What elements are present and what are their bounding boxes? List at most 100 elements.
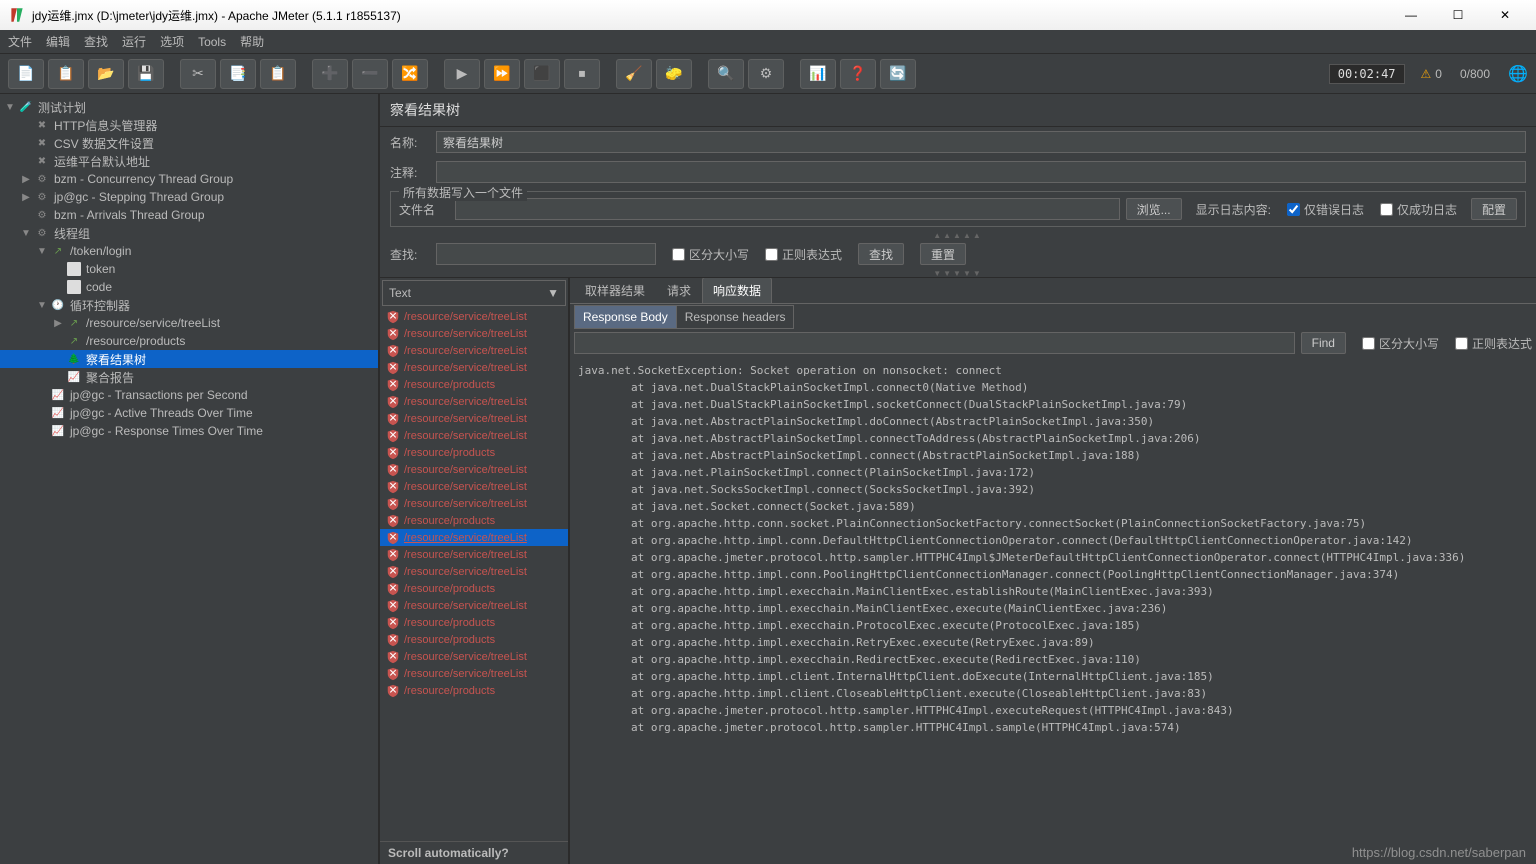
- renderer-dropdown[interactable]: Text ▼: [382, 280, 566, 306]
- open-button[interactable]: 📂: [88, 59, 124, 89]
- menu-Tools[interactable]: Tools: [198, 35, 226, 49]
- result-item[interactable]: ✕/resource/service/treeList: [380, 325, 568, 342]
- tree-item[interactable]: 📈jp@gc - Active Threads Over Time: [0, 404, 378, 422]
- success-only-checkbox[interactable]: [1380, 203, 1393, 216]
- clear-button[interactable]: 🧹: [616, 59, 652, 89]
- tree-item[interactable]: 📈jp@gc - Response Times Over Time: [0, 422, 378, 440]
- result-item[interactable]: ✕/resource/service/treeList: [380, 495, 568, 512]
- tree-item[interactable]: 🌲察看结果树: [0, 350, 378, 368]
- tree-item[interactable]: token: [0, 260, 378, 278]
- result-item[interactable]: ✕/resource/service/treeList: [380, 648, 568, 665]
- properties-button[interactable]: 📊: [800, 59, 836, 89]
- search-button[interactable]: 🔍: [708, 59, 744, 89]
- configure-button[interactable]: 配置: [1471, 198, 1517, 220]
- menu-运行[interactable]: 运行: [122, 33, 146, 50]
- tree-twisty[interactable]: ▶: [20, 192, 32, 203]
- maximize-button[interactable]: ☐: [1435, 0, 1481, 30]
- tree-item[interactable]: ↗/resource/products: [0, 332, 378, 350]
- reset-button[interactable]: 重置: [920, 243, 966, 265]
- tree-item[interactable]: code: [0, 278, 378, 296]
- name-input[interactable]: [436, 131, 1526, 153]
- shutdown-button[interactable]: ⏹: [564, 59, 600, 89]
- menu-查找[interactable]: 查找: [84, 33, 108, 50]
- case-checkbox[interactable]: [672, 248, 685, 261]
- tree-item[interactable]: ▼↗/token/login: [0, 242, 378, 260]
- tree-twisty[interactable]: ▼: [36, 300, 48, 311]
- test-plan-tree[interactable]: ▼🧪测试计划✖HTTP信息头管理器✖CSV 数据文件设置✖运维平台默认地址▶⚙b…: [0, 94, 380, 864]
- find-regex-checkbox[interactable]: [1455, 337, 1468, 350]
- comment-input[interactable]: [436, 161, 1526, 183]
- tree-item[interactable]: ✖运维平台默认地址: [0, 152, 378, 170]
- result-item[interactable]: ✕/resource/products: [380, 512, 568, 529]
- heap-button[interactable]: 🔄: [880, 59, 916, 89]
- tab-2[interactable]: 响应数据: [702, 278, 772, 303]
- menu-帮助[interactable]: 帮助: [240, 33, 264, 50]
- tree-item[interactable]: ✖HTTP信息头管理器: [0, 116, 378, 134]
- result-item[interactable]: ✕/resource/products: [380, 580, 568, 597]
- close-button[interactable]: ✕: [1482, 0, 1528, 30]
- start-button[interactable]: ▶: [444, 59, 480, 89]
- find-case-checkbox[interactable]: [1362, 337, 1375, 350]
- copy-button[interactable]: 📑: [220, 59, 256, 89]
- tree-item[interactable]: ▶⚙bzm - Concurrency Thread Group: [0, 170, 378, 188]
- tree-item[interactable]: 📈jp@gc - Transactions per Second: [0, 386, 378, 404]
- result-item[interactable]: ✕/resource/products: [380, 682, 568, 699]
- result-item[interactable]: ✕/resource/products: [380, 631, 568, 648]
- result-item[interactable]: ✕/resource/service/treeList: [380, 308, 568, 325]
- browse-button[interactable]: 浏览...: [1126, 198, 1182, 220]
- tree-item[interactable]: ▼🧪测试计划: [0, 98, 378, 116]
- remove-button[interactable]: ➖: [352, 59, 388, 89]
- errors-only-checkbox[interactable]: [1287, 203, 1300, 216]
- cut-button[interactable]: ✂: [180, 59, 216, 89]
- tree-item[interactable]: ▶↗/resource/service/treeList: [0, 314, 378, 332]
- help-button[interactable]: ❓: [840, 59, 876, 89]
- paste-button[interactable]: 📋: [260, 59, 296, 89]
- titlebar[interactable]: jdy运维.jmx (D:\jmeter\jdy运维.jmx) - Apache…: [0, 0, 1536, 30]
- result-item[interactable]: ✕/resource/service/treeList: [380, 393, 568, 410]
- filename-input[interactable]: [455, 198, 1120, 220]
- regex-checkbox[interactable]: [765, 248, 778, 261]
- save-button[interactable]: 💾: [128, 59, 164, 89]
- result-item[interactable]: ✕/resource/service/treeList: [380, 529, 568, 546]
- result-item[interactable]: ✕/resource/service/treeList: [380, 546, 568, 563]
- tab-1[interactable]: 请求: [656, 278, 702, 303]
- find-input[interactable]: [574, 332, 1295, 354]
- tree-twisty[interactable]: ▼: [4, 102, 16, 113]
- tree-item[interactable]: ▶⚙jp@gc - Stepping Thread Group: [0, 188, 378, 206]
- result-item[interactable]: ✕/resource/service/treeList: [380, 359, 568, 376]
- result-item[interactable]: ✕/resource/service/treeList: [380, 342, 568, 359]
- result-item[interactable]: ✕/resource/service/treeList: [380, 665, 568, 682]
- templates-button[interactable]: 📋: [48, 59, 84, 89]
- subtab-0[interactable]: Response Body: [574, 305, 677, 329]
- tree-twisty[interactable]: ▼: [20, 228, 32, 239]
- result-item[interactable]: ✕/resource/service/treeList: [380, 410, 568, 427]
- tree-item[interactable]: 📈聚合报告: [0, 368, 378, 386]
- find-button[interactable]: Find: [1301, 332, 1346, 354]
- tree-twisty[interactable]: ▶: [20, 174, 32, 185]
- subtab-1[interactable]: Response headers: [676, 305, 795, 329]
- clear-all-button[interactable]: 🧽: [656, 59, 692, 89]
- result-item[interactable]: ✕/resource/service/treeList: [380, 563, 568, 580]
- toggle-button[interactable]: 🔀: [392, 59, 428, 89]
- menu-文件[interactable]: 文件: [8, 33, 32, 50]
- result-item[interactable]: ✕/resource/products: [380, 376, 568, 393]
- tree-item[interactable]: ▼⚙线程组: [0, 224, 378, 242]
- start-no-timers-button[interactable]: ⏩: [484, 59, 520, 89]
- result-item[interactable]: ✕/resource/service/treeList: [380, 461, 568, 478]
- result-item[interactable]: ✕/resource/service/treeList: [380, 478, 568, 495]
- result-item[interactable]: ✕/resource/products: [380, 614, 568, 631]
- menu-编辑[interactable]: 编辑: [46, 33, 70, 50]
- tree-item[interactable]: ✖CSV 数据文件设置: [0, 134, 378, 152]
- search-input[interactable]: [436, 243, 656, 265]
- function-button[interactable]: ⚙: [748, 59, 784, 89]
- stop-button[interactable]: ⬛: [524, 59, 560, 89]
- drag-handle-2[interactable]: ▼▼▼▼▼: [380, 269, 1536, 277]
- add-button[interactable]: ➕: [312, 59, 348, 89]
- tree-item[interactable]: ▼🕐循环控制器: [0, 296, 378, 314]
- menu-选项[interactable]: 选项: [160, 33, 184, 50]
- result-item[interactable]: ✕/resource/service/treeList: [380, 427, 568, 444]
- minimize-button[interactable]: —: [1388, 0, 1434, 30]
- search-button[interactable]: 查找: [858, 243, 904, 265]
- result-item[interactable]: ✕/resource/service/treeList: [380, 597, 568, 614]
- tree-item[interactable]: ⚙bzm - Arrivals Thread Group: [0, 206, 378, 224]
